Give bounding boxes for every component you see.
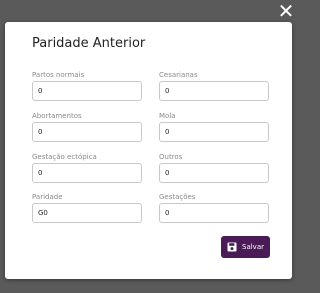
parity-modal: Paridade Anterior Partos normais 0 Cesar… bbox=[5, 22, 292, 279]
outros-input[interactable]: 0 bbox=[159, 163, 269, 183]
abortamentos-group: Abortamentos 0 bbox=[32, 111, 142, 142]
abortamentos-label: Abortamentos bbox=[32, 112, 82, 120]
partos-normais-group: Partos normais 0 bbox=[32, 70, 142, 101]
gestacao-ectopica-group: Gestação ectópica 0 bbox=[32, 152, 142, 183]
gestacoes-input[interactable]: 0 bbox=[159, 203, 269, 223]
cesarianas-group: Cesarianas 0 bbox=[159, 70, 269, 101]
paridade-label: Paridade bbox=[32, 193, 63, 201]
partos-normais-input[interactable]: 0 bbox=[32, 81, 142, 101]
floppy-disk-icon bbox=[227, 242, 237, 252]
close-button[interactable]: ✕ bbox=[276, 0, 296, 22]
gestacao-ectopica-label: Gestação ectópica bbox=[32, 153, 97, 161]
paridade-input[interactable]: G0 bbox=[32, 203, 142, 223]
outros-label: Outros bbox=[159, 153, 183, 161]
abortamentos-input[interactable]: 0 bbox=[32, 122, 142, 142]
gestacoes-label: Gestações bbox=[159, 193, 196, 201]
paridade-group: Paridade G0 bbox=[32, 192, 142, 223]
save-button-label: Salvar bbox=[242, 243, 264, 251]
mola-group: Mola 0 bbox=[159, 111, 269, 142]
partos-normais-label: Partos normais bbox=[32, 71, 85, 79]
close-icon: ✕ bbox=[277, 0, 295, 23]
mola-label: Mola bbox=[159, 112, 176, 120]
gestacao-ectopica-input[interactable]: 0 bbox=[32, 163, 142, 183]
cesarianas-input[interactable]: 0 bbox=[159, 81, 269, 101]
mola-input[interactable]: 0 bbox=[159, 122, 269, 142]
save-button[interactable]: Salvar bbox=[221, 236, 270, 258]
outros-group: Outros 0 bbox=[159, 152, 269, 183]
gestacoes-group: Gestações 0 bbox=[159, 192, 269, 223]
modal-title: Paridade Anterior bbox=[32, 36, 146, 51]
cesarianas-label: Cesarianas bbox=[159, 71, 198, 79]
